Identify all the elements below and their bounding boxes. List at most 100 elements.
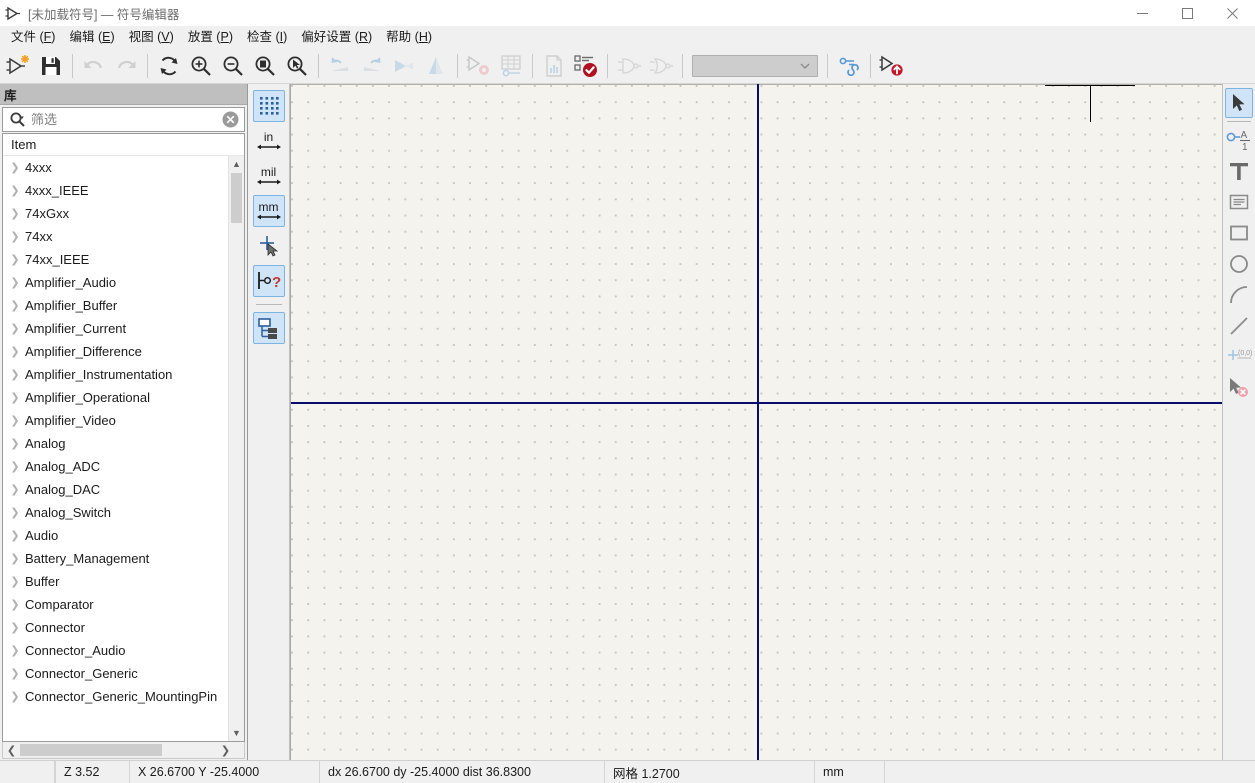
menu-file[interactable]: 文件 (F) — [4, 27, 62, 48]
list-item[interactable]: ❯Analog — [3, 432, 244, 455]
expand-chevron-icon[interactable]: ❯ — [7, 437, 23, 450]
add-text-tool-button[interactable] — [1225, 156, 1253, 186]
list-item[interactable]: ❯Battery_Management — [3, 547, 244, 570]
list-item[interactable]: ❯Buffer — [3, 570, 244, 593]
expand-chevron-icon[interactable]: ❯ — [7, 667, 23, 680]
list-item[interactable]: ❯Comparator — [3, 593, 244, 616]
rotate-ccw-button[interactable] — [324, 50, 356, 82]
add-arc-tool-button[interactable] — [1225, 280, 1253, 310]
zoom-out-button[interactable] — [217, 50, 249, 82]
expand-chevron-icon[interactable]: ❯ — [7, 276, 23, 289]
rotate-cw-button[interactable] — [356, 50, 388, 82]
add-pin-tool-button[interactable]: A 1 — [1225, 125, 1253, 155]
expand-chevron-icon[interactable]: ❯ — [7, 253, 23, 266]
expand-chevron-icon[interactable]: ❯ — [7, 368, 23, 381]
library-horizontal-scrollbar[interactable]: ❮ ❯ — [2, 742, 245, 759]
expand-chevron-icon[interactable]: ❯ — [7, 483, 23, 496]
demorgan-standard-button[interactable] — [613, 50, 645, 82]
refresh-button[interactable] — [153, 50, 185, 82]
list-item[interactable]: ❯Analog_DAC — [3, 478, 244, 501]
scroll-right-icon[interactable]: ❯ — [217, 744, 234, 757]
expand-chevron-icon[interactable]: ❯ — [7, 184, 23, 197]
select-tool-button[interactable] — [1225, 88, 1253, 118]
menu-inspect[interactable]: 检查 (I) — [240, 27, 294, 48]
toggle-cursor-fullscreen-button[interactable] — [253, 230, 285, 262]
list-item[interactable]: ❯Audio — [3, 524, 244, 547]
menu-view[interactable]: 视图 (V) — [122, 27, 181, 48]
show-pin-electrical-types-button[interactable]: ? — [253, 265, 285, 297]
expand-chevron-icon[interactable]: ❯ — [7, 575, 23, 588]
library-search-input[interactable] — [31, 112, 218, 127]
symbol-properties-button[interactable] — [463, 50, 495, 82]
expand-chevron-icon[interactable]: ❯ — [7, 529, 23, 542]
library-vertical-scrollbar[interactable]: ▲ ▼ — [228, 156, 244, 741]
mirror-vertical-button[interactable] — [420, 50, 452, 82]
expand-chevron-icon[interactable]: ❯ — [7, 322, 23, 335]
clear-search-icon[interactable] — [218, 111, 242, 128]
expand-chevron-icon[interactable]: ❯ — [7, 345, 23, 358]
toggle-grid-button[interactable] — [253, 90, 285, 122]
set-anchor-tool-button[interactable]: (0,0) — [1225, 342, 1253, 372]
list-item[interactable]: ❯Connector_Audio — [3, 639, 244, 662]
add-circle-tool-button[interactable] — [1225, 249, 1253, 279]
search-icon[interactable] — [5, 111, 31, 129]
schematic-canvas[interactable] — [290, 84, 1222, 760]
expand-chevron-icon[interactable]: ❯ — [7, 598, 23, 611]
expand-chevron-icon[interactable]: ❯ — [7, 391, 23, 404]
list-item[interactable]: ❯Connector_Generic_MountingPin — [3, 685, 244, 708]
scroll-up-icon[interactable]: ▲ — [229, 156, 244, 172]
expand-chevron-icon[interactable]: ❯ — [7, 552, 23, 565]
menu-help[interactable]: 帮助 (H) — [379, 27, 439, 48]
close-button[interactable] — [1210, 0, 1255, 26]
expand-chevron-icon[interactable]: ❯ — [7, 460, 23, 473]
add-line-tool-button[interactable] — [1225, 311, 1253, 341]
units-mils-button[interactable]: mil — [253, 160, 285, 192]
list-item[interactable]: ❯Amplifier_Buffer — [3, 294, 244, 317]
add-symbol-to-schematic-button[interactable] — [876, 50, 908, 82]
demorgan-alternate-button[interactable] — [645, 50, 677, 82]
list-item[interactable]: ❯Analog_ADC — [3, 455, 244, 478]
zoom-in-button[interactable] — [185, 50, 217, 82]
redo-button[interactable] — [110, 50, 142, 82]
list-item[interactable]: ❯74xx — [3, 225, 244, 248]
units-millimeters-button[interactable]: mm — [253, 195, 285, 227]
list-item[interactable]: ❯74xGxx — [3, 202, 244, 225]
list-item[interactable]: ❯Connector — [3, 616, 244, 639]
pin-synchronization-button[interactable] — [833, 50, 865, 82]
scroll-down-icon[interactable]: ▼ — [229, 725, 244, 741]
list-item[interactable]: ❯Amplifier_Instrumentation — [3, 363, 244, 386]
expand-chevron-icon[interactable]: ❯ — [7, 506, 23, 519]
save-button[interactable] — [35, 50, 67, 82]
mirror-horizontal-button[interactable] — [388, 50, 420, 82]
expand-chevron-icon[interactable]: ❯ — [7, 299, 23, 312]
expand-chevron-icon[interactable]: ❯ — [7, 621, 23, 634]
add-rectangle-tool-button[interactable] — [1225, 218, 1253, 248]
scroll-left-icon[interactable]: ❮ — [3, 744, 20, 757]
expand-chevron-icon[interactable]: ❯ — [7, 414, 23, 427]
library-item-list[interactable]: ❯4xxx ❯4xxx_IEEE ❯74xGxx ❯74xx ❯74xx_IEE… — [3, 156, 244, 741]
zoom-selection-button[interactable] — [281, 50, 313, 82]
scrollbar-thumb[interactable] — [231, 173, 242, 223]
symbol-checker-button[interactable] — [570, 50, 602, 82]
list-item[interactable]: ❯4xxx_IEEE — [3, 179, 244, 202]
undo-button[interactable] — [78, 50, 110, 82]
expand-chevron-icon[interactable]: ❯ — [7, 230, 23, 243]
list-item[interactable]: ❯Analog_Switch — [3, 501, 244, 524]
new-symbol-button[interactable] — [3, 50, 35, 82]
list-item[interactable]: ❯Amplifier_Audio — [3, 271, 244, 294]
expand-chevron-icon[interactable]: ❯ — [7, 690, 23, 703]
maximize-button[interactable] — [1165, 0, 1210, 26]
pin-table-button[interactable] — [495, 50, 527, 82]
zoom-fit-button[interactable] — [249, 50, 281, 82]
unit-selector-combo[interactable] — [692, 55, 818, 77]
delete-tool-button[interactable] — [1225, 373, 1253, 403]
minimize-button[interactable] — [1120, 0, 1165, 26]
library-search-box[interactable] — [2, 107, 245, 132]
list-item[interactable]: ❯Amplifier_Difference — [3, 340, 244, 363]
list-item[interactable]: ❯Amplifier_Video — [3, 409, 244, 432]
menu-edit[interactable]: 编辑 (E) — [62, 27, 121, 48]
expand-chevron-icon[interactable]: ❯ — [7, 207, 23, 220]
menu-preferences[interactable]: 偏好设置 (R) — [294, 27, 379, 48]
datasheet-button[interactable] — [538, 50, 570, 82]
list-item[interactable]: ❯Amplifier_Operational — [3, 386, 244, 409]
